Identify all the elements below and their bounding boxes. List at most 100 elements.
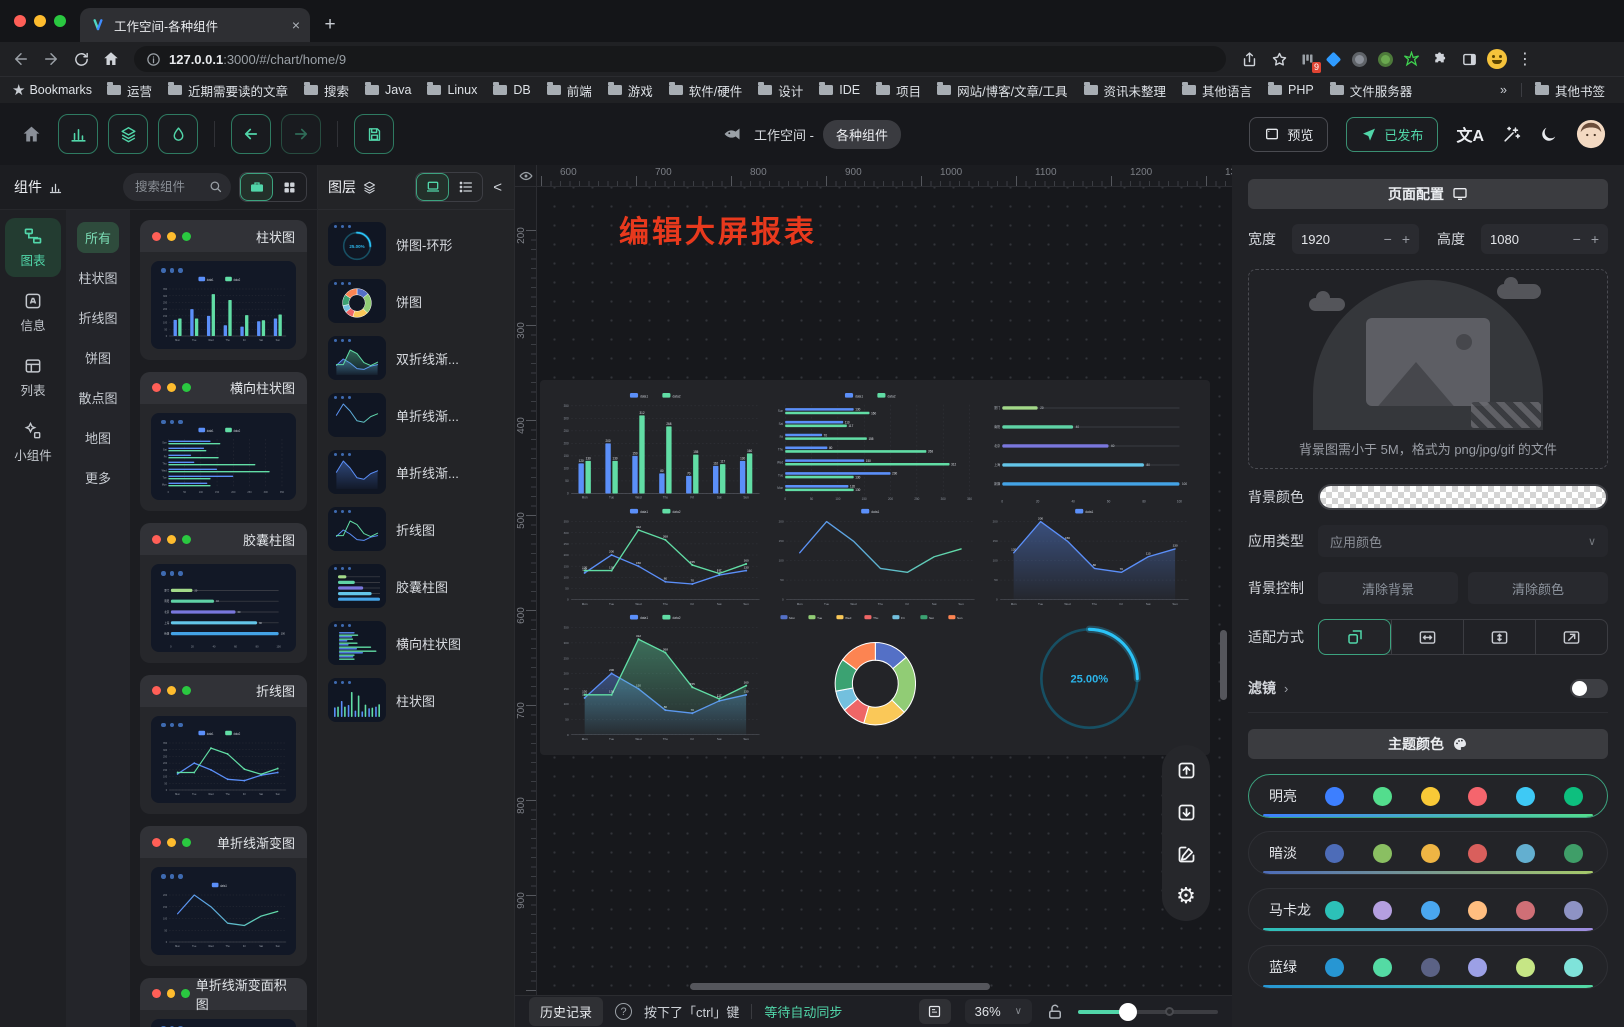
kite-extension-icon[interactable]	[1322, 48, 1344, 70]
thumbnail-view-toggle[interactable]	[416, 173, 449, 201]
home-nav-icon[interactable]	[98, 46, 124, 72]
bookmark-folder[interactable]: 项目	[869, 78, 928, 103]
sidebar-item-info[interactable]: 信息	[5, 283, 61, 342]
browser-tab[interactable]: 工作空间-各种组件 ×	[80, 8, 310, 42]
zoom-select[interactable]: 36% ∨	[965, 999, 1032, 1024]
layer-item[interactable]: 折线图	[328, 507, 504, 551]
width-minus-button[interactable]: −	[1384, 231, 1392, 247]
app-home-icon[interactable]	[18, 121, 44, 147]
bookmarks-overflow-chevron[interactable]: »	[1492, 83, 1515, 97]
fit-width-button[interactable]	[1391, 620, 1463, 654]
app-type-select[interactable]: 应用颜色 ∨	[1318, 525, 1608, 557]
zoom-slider-knob[interactable]	[1119, 1003, 1137, 1021]
sidebar-item-chart[interactable]: 图表	[5, 218, 61, 277]
bookmark-folder[interactable]: 前端	[540, 78, 599, 103]
undo-button[interactable]	[231, 114, 271, 154]
forward-nav-icon[interactable]	[38, 46, 64, 72]
bookmark-folder[interactable]: 文件服务器	[1323, 78, 1420, 103]
canvas-chart-pie-ring[interactable]: MonTueWedThuFriSatSun	[769, 612, 982, 745]
grid-view-toggle[interactable]	[273, 173, 306, 201]
new-tab-button[interactable]: +	[316, 11, 344, 39]
layer-item[interactable]: 25.00%饼图-环形	[328, 222, 504, 266]
project-name-pill[interactable]: 各种组件	[823, 120, 901, 149]
canvas-chart-line-dual[interactable]: 050100150200250300350MonTueWedThuFriSatS…	[554, 506, 767, 610]
dashboard-board[interactable]: 050100150200250300350MonTueWedThuFriSatS…	[540, 380, 1210, 755]
component-card[interactable]: 折线图050100150200250300350MonTueWedThuFriS…	[140, 675, 307, 815]
bookmark-folder[interactable]: 其他语言	[1175, 78, 1259, 103]
bookmark-folder[interactable]: 资讯未整理	[1077, 78, 1174, 103]
ruler-corner[interactable]	[515, 165, 537, 187]
component-card[interactable]: 单折线渐变面积图050100150200MonTueWedThuFriSatSu…	[140, 978, 307, 1027]
edit-button[interactable]	[1170, 838, 1202, 870]
profile-avatar[interactable]	[1486, 48, 1508, 70]
layer-item[interactable]: 单折线渐...	[328, 450, 504, 494]
detail-panel-button[interactable]	[158, 114, 198, 154]
bg-color-swatch[interactable]	[1318, 484, 1608, 510]
layers-panel-button[interactable]	[108, 114, 148, 154]
bookmark-folder[interactable]: 搜索	[297, 78, 356, 103]
canvas-chart-progress-ring[interactable]: 25.00%	[983, 612, 1196, 745]
list-view-toggle[interactable]	[449, 173, 482, 201]
other-bookmarks[interactable]: 其他书签	[1528, 78, 1612, 103]
panel-toggle-button[interactable]	[919, 999, 951, 1024]
window-controls[interactable]	[0, 15, 80, 27]
reload-icon[interactable]	[68, 46, 94, 72]
bookmarks-star-icon[interactable]: ★	[12, 81, 25, 99]
preview-button[interactable]: 预览	[1249, 117, 1328, 152]
canvas-chart-capsule[interactable]: 厦门20南阳40北京60上海80新疆100020406080100	[983, 390, 1196, 504]
canvas-chart-line-area-dual[interactable]: 050100150200250300350MonTueWedThuFriSatS…	[554, 612, 767, 745]
browser-menu-icon[interactable]: ⋮	[1512, 46, 1538, 72]
component-card[interactable]: 胶囊柱图厦门20南阳40北京60上海80新疆100020406080100	[140, 523, 307, 663]
bookmark-star-icon[interactable]	[1266, 46, 1292, 72]
bookmark-folder[interactable]: 运营	[100, 78, 159, 103]
bookmark-folder[interactable]: PHP	[1261, 80, 1321, 100]
category-item[interactable]: 更多	[77, 462, 119, 493]
design-canvas[interactable]: 6007008009001000110012001300 20030040050…	[515, 165, 1232, 995]
user-avatar[interactable]	[1576, 119, 1606, 149]
theme-row[interactable]: 暗淡	[1248, 831, 1608, 875]
clear-background-button[interactable]: 清除背景	[1318, 572, 1458, 604]
layer-item[interactable]: 饼图	[328, 279, 504, 323]
bookmark-folder[interactable]: 设计	[751, 78, 810, 103]
redo-button[interactable]	[281, 114, 321, 154]
zoom-slider[interactable]	[1078, 1010, 1218, 1014]
help-icon[interactable]: ?	[615, 1003, 632, 1020]
single-view-toggle[interactable]	[240, 173, 273, 201]
side-panel-icon[interactable]	[1456, 46, 1482, 72]
category-item[interactable]: 地图	[77, 422, 119, 453]
layer-item[interactable]: 双折线渐...	[328, 336, 504, 380]
extension-icon[interactable]: 9	[1296, 48, 1318, 70]
bookmark-folder[interactable]: IDE	[812, 80, 867, 100]
star-extension-icon[interactable]	[1400, 48, 1422, 70]
vertical-scrollbar[interactable]	[1220, 630, 1227, 700]
tab-close-icon[interactable]: ×	[292, 17, 300, 33]
background-upload-area[interactable]: 背景图需小于 5M，格式为 png/jpg/gif 的文件	[1248, 269, 1608, 469]
maximize-window-button[interactable]	[54, 15, 66, 27]
grey-extension-icon[interactable]	[1348, 48, 1370, 70]
fit-scale-button[interactable]	[1318, 619, 1391, 655]
chevron-right-icon[interactable]: ›	[1284, 681, 1288, 696]
bookmark-folder[interactable]: 软件/硬件	[662, 78, 749, 103]
sidebar-item-list[interactable]: 列表	[5, 348, 61, 407]
category-item[interactable]: 折线图	[71, 302, 126, 333]
bookmark-folder[interactable]: 游戏	[601, 78, 660, 103]
theme-color-header[interactable]: 主题颜色	[1248, 729, 1608, 759]
component-card[interactable]: 单折线渐变图050100150200MonTueWedThuFriSatSund…	[140, 826, 307, 966]
components-panel-button[interactable]	[58, 114, 98, 154]
component-card[interactable]: 柱状图050100150200250300350MonTueWedThuFriS…	[140, 220, 307, 360]
bookmark-folder[interactable]: DB	[486, 80, 537, 100]
layer-item[interactable]: 柱状图	[328, 678, 504, 722]
minimize-window-button[interactable]	[34, 15, 46, 27]
address-bar[interactable]: 127.0.0.1:3000/#/chart/home/9	[134, 46, 1226, 72]
theme-row[interactable]: 马卡龙	[1248, 888, 1608, 932]
share-icon[interactable]	[1236, 46, 1262, 72]
page-config-header[interactable]: 页面配置	[1248, 179, 1608, 209]
width-plus-button[interactable]: +	[1402, 231, 1410, 247]
height-stepper[interactable]: 1080 −+	[1481, 224, 1608, 254]
theme-row[interactable]: 明亮	[1248, 774, 1608, 818]
dark-mode-moon-icon[interactable]	[1539, 125, 1558, 144]
component-card[interactable]: 横向柱状图050100150200250300350data1data2SunS…	[140, 372, 307, 512]
category-item[interactable]: 散点图	[71, 382, 126, 413]
canvas-chart-area-gradient[interactable]: 050100150200MonTueWedThuFriSatSundata112…	[983, 506, 1196, 610]
canvas-chart-line-gradient[interactable]: 050100150200MonTueWedThuFriSatSundata1	[769, 506, 982, 610]
